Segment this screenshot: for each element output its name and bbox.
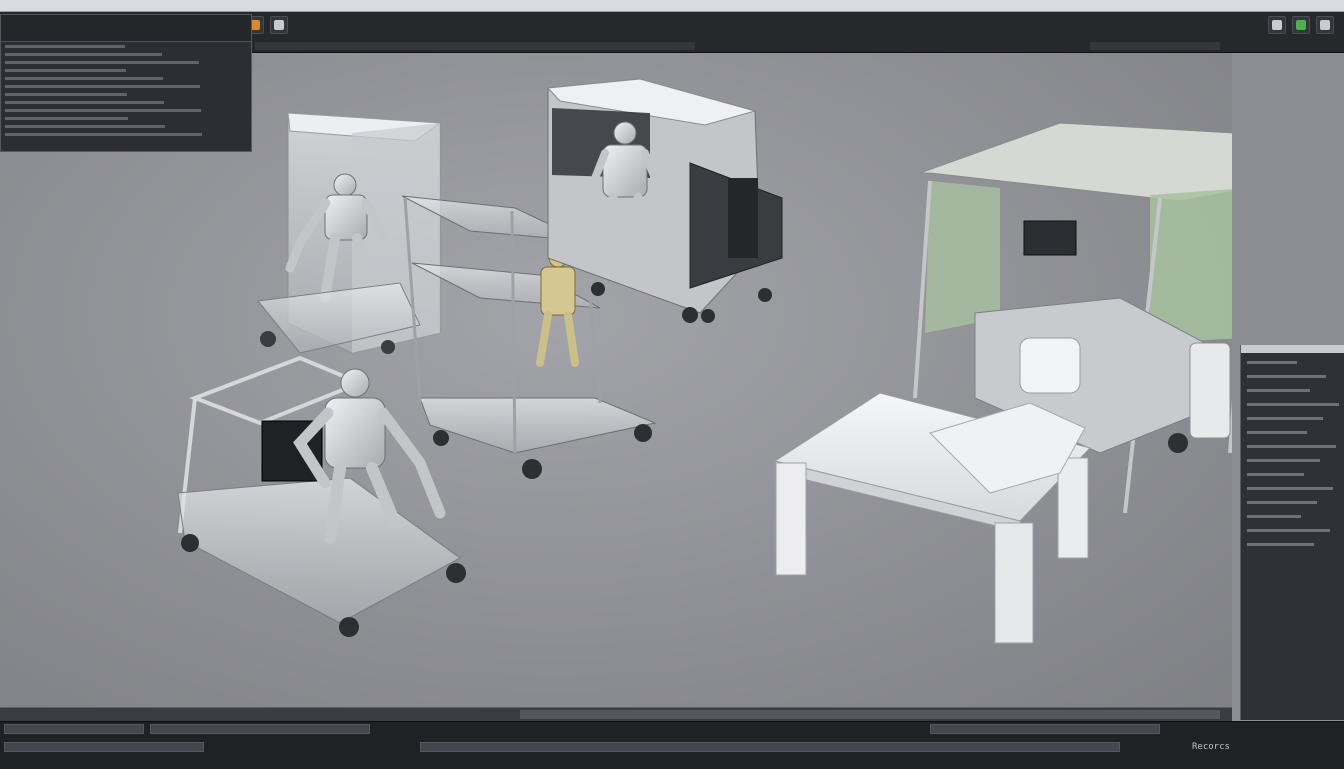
toolbar-button[interactable] bbox=[1316, 16, 1334, 34]
toolbar-status-strip-right bbox=[1090, 42, 1220, 50]
status-bar: Recorcs bbox=[0, 721, 1344, 769]
toolbar-button[interactable] bbox=[270, 16, 288, 34]
layout-icon bbox=[1272, 20, 1282, 30]
property-row[interactable] bbox=[1247, 445, 1336, 448]
property-row[interactable] bbox=[1247, 543, 1314, 546]
toolbar-status-strip bbox=[255, 42, 695, 50]
status-right-label: Recorcs bbox=[1192, 742, 1230, 752]
property-row[interactable] bbox=[1247, 459, 1320, 462]
status-segment bbox=[930, 724, 1160, 734]
property-row[interactable] bbox=[1247, 403, 1339, 406]
help-icon bbox=[1320, 20, 1330, 30]
machine-model[interactable] bbox=[546, 78, 783, 323]
property-row[interactable] bbox=[1247, 501, 1317, 504]
window-title-bar bbox=[0, 0, 1344, 12]
console-line bbox=[5, 45, 125, 48]
status-segment bbox=[4, 724, 144, 734]
timeline-bar[interactable] bbox=[0, 707, 1232, 722]
property-row[interactable] bbox=[1247, 529, 1330, 532]
property-row[interactable] bbox=[1247, 389, 1310, 392]
table-model[interactable] bbox=[773, 392, 1091, 644]
console-line bbox=[5, 61, 199, 64]
console-line bbox=[5, 125, 165, 128]
status-segment bbox=[4, 742, 204, 752]
status-row-1 bbox=[0, 724, 1344, 739]
console-line bbox=[5, 117, 128, 120]
property-row[interactable] bbox=[1247, 375, 1326, 378]
property-row[interactable] bbox=[1247, 431, 1307, 434]
property-row[interactable] bbox=[1247, 487, 1333, 490]
console-tab-strip bbox=[1, 15, 251, 42]
status-segment bbox=[420, 742, 1120, 752]
settings-icon bbox=[274, 20, 284, 30]
console-line bbox=[5, 109, 201, 112]
console-line bbox=[5, 69, 126, 72]
script-console-panel[interactable] bbox=[0, 14, 252, 152]
property-row[interactable] bbox=[1247, 361, 1297, 364]
property-row[interactable] bbox=[1247, 515, 1301, 518]
user-icon bbox=[1296, 20, 1306, 30]
timeline-scrubber[interactable] bbox=[520, 710, 1220, 719]
toolbar-button[interactable] bbox=[1292, 16, 1310, 34]
console-line bbox=[5, 85, 200, 88]
toolbar-button[interactable] bbox=[1268, 16, 1286, 34]
properties-panel-header bbox=[1241, 345, 1344, 353]
console-line bbox=[5, 53, 162, 56]
properties-panel[interactable] bbox=[1240, 345, 1344, 720]
console-line bbox=[5, 77, 163, 80]
console-line bbox=[5, 101, 164, 104]
property-row[interactable] bbox=[1247, 473, 1304, 476]
property-row[interactable] bbox=[1247, 417, 1323, 420]
status-row-2: Recorcs bbox=[0, 742, 1344, 757]
status-segment bbox=[150, 724, 370, 734]
console-line bbox=[5, 133, 202, 136]
console-line bbox=[5, 93, 127, 96]
